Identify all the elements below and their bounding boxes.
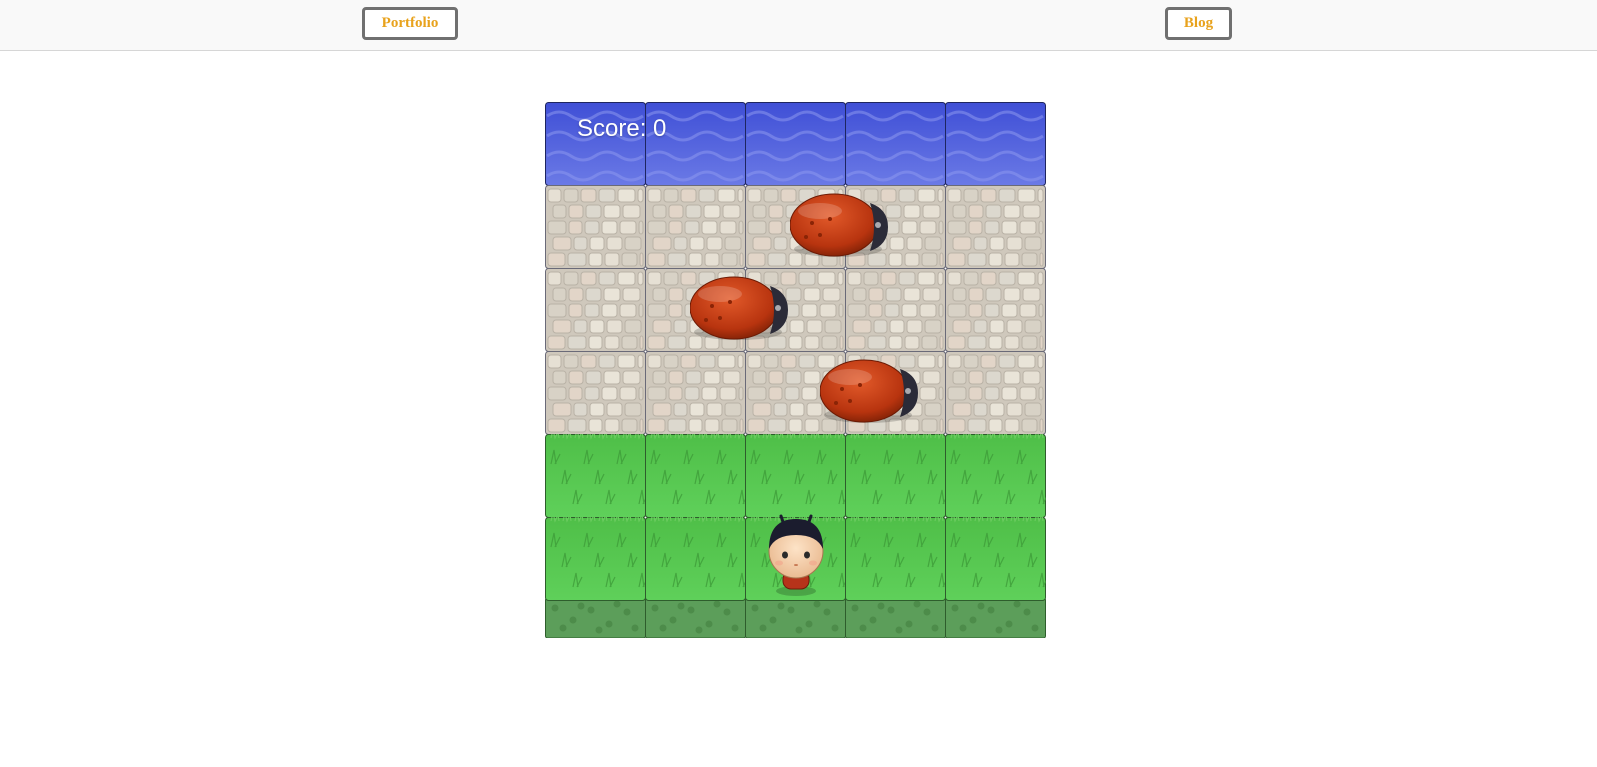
- grass-tile: [845, 434, 946, 518]
- grass-tile: [845, 517, 946, 601]
- stone-tile: [645, 351, 746, 435]
- ground-edge-tile: [645, 598, 746, 638]
- score-display: Score: 0: [577, 115, 667, 142]
- stone-tile: [545, 351, 646, 435]
- game-board: [545, 102, 1050, 638]
- grass-tile: [645, 517, 746, 601]
- top-navigation-bar: Portfolio Blog: [0, 0, 1597, 51]
- portfolio-button[interactable]: Portfolio: [362, 7, 458, 40]
- ground-edge-tile: [545, 598, 646, 638]
- stone-tile: [545, 268, 646, 352]
- blog-button[interactable]: Blog: [1165, 7, 1232, 40]
- grass-tile: [545, 517, 646, 601]
- stone-tile: [945, 268, 1046, 352]
- stone-tile: [845, 268, 946, 352]
- enemy-bug: [689, 274, 792, 349]
- enemy-bug: [789, 191, 892, 266]
- enemy-bug: [819, 357, 922, 432]
- stone-tile: [945, 185, 1046, 269]
- stone-tile: [545, 185, 646, 269]
- ground-edge-tile: [945, 598, 1046, 638]
- grass-tile: [945, 517, 1046, 601]
- water-tile: [945, 102, 1046, 186]
- stone-tile: [645, 185, 746, 269]
- grass-tile: [945, 434, 1046, 518]
- water-tile: [745, 102, 846, 186]
- grass-tile: [645, 434, 746, 518]
- grass-tile: [545, 434, 646, 518]
- stone-tile: [945, 351, 1046, 435]
- player-character: [761, 513, 831, 602]
- water-tile: [845, 102, 946, 186]
- ground-edge-tile: [845, 598, 946, 638]
- ground-edge-tile: [745, 598, 846, 638]
- grass-tile: [745, 434, 846, 518]
